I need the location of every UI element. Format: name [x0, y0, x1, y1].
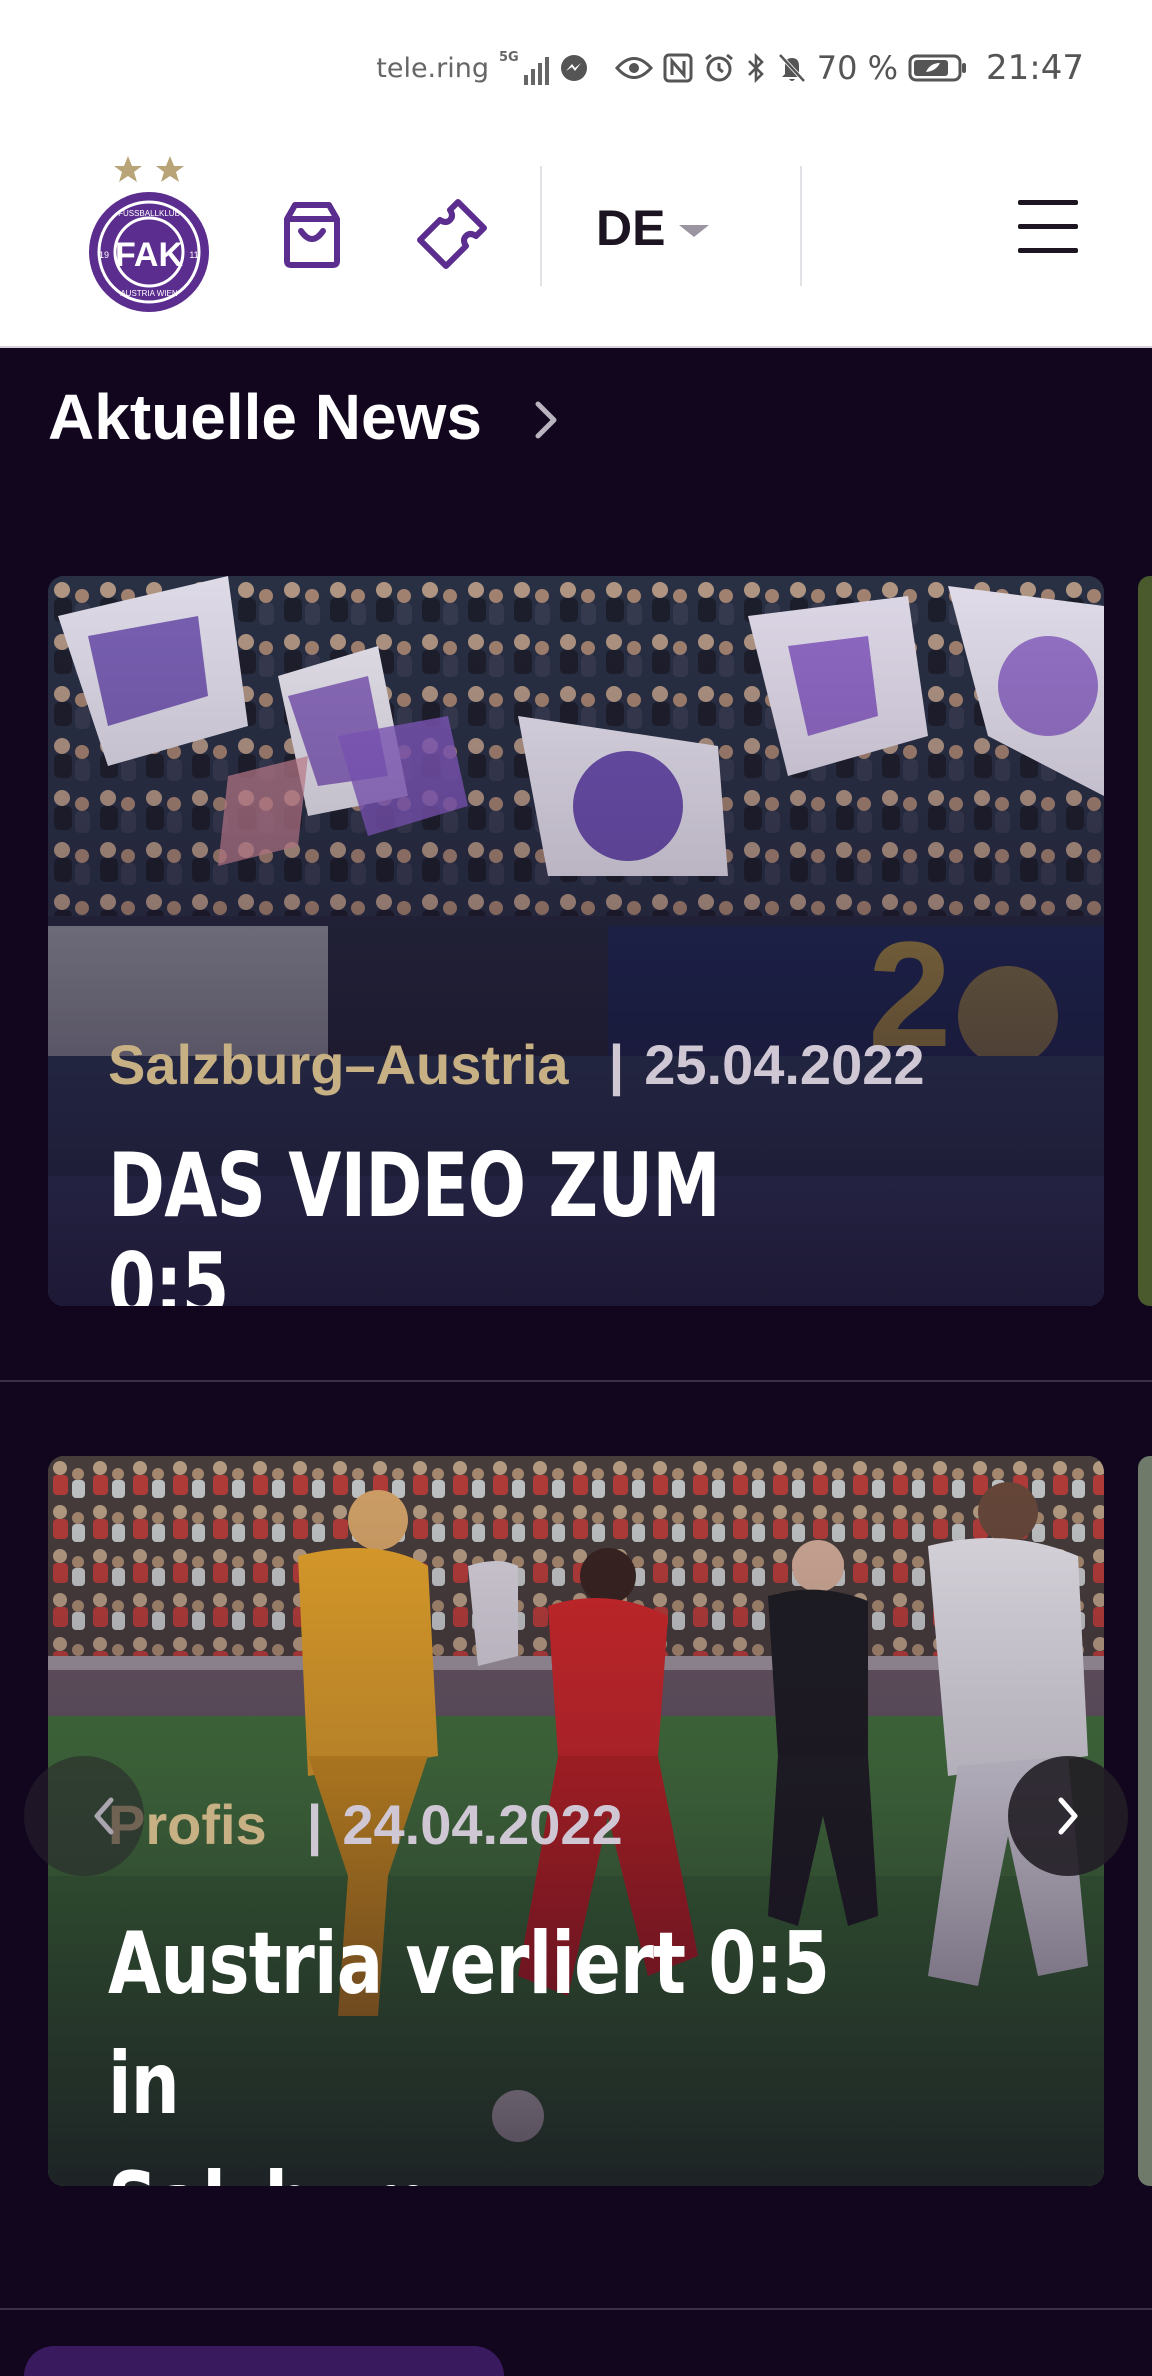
section-divider — [0, 2308, 1152, 2310]
news-card-meta: Profis | 24.04.2022 — [108, 1792, 623, 1857]
logo-monogram: FAK — [115, 236, 183, 274]
next-card-peek — [1138, 1456, 1152, 2186]
news-section-header[interactable]: Aktuelle News — [48, 380, 560, 454]
chevron-right-icon — [532, 398, 560, 442]
news-card[interactable]: Profis | 24.04.2022 Austria verliert 0:5… — [48, 1456, 1104, 2186]
carousel-next-button[interactable] — [1008, 1756, 1128, 1876]
chevron-left-icon — [91, 1796, 117, 1836]
header-divider — [540, 166, 542, 286]
carrier-name: tele.ring — [376, 52, 489, 84]
messenger-icon — [559, 53, 589, 83]
news-title-line: Austria verliert 0:5 in — [108, 1914, 830, 2134]
bottom-button[interactable] — [24, 2346, 504, 2376]
section-divider — [0, 1380, 1152, 1382]
bluetooth-icon — [745, 52, 767, 84]
language-selector[interactable]: DE — [596, 188, 711, 268]
meta-separator: | — [608, 1033, 625, 1096]
logo-year-right: 11 — [189, 250, 198, 260]
shop-bag-icon[interactable] — [272, 194, 352, 274]
news-date: 24.04.2022 — [342, 1793, 623, 1856]
status-icons: tele.ring 5G 70 % 21:47 — [376, 44, 1084, 92]
news-title: DAS VIDEO ZUM 0:5 — [108, 1134, 721, 1307]
language-label: DE — [596, 200, 666, 256]
meta-separator: | — [306, 1793, 323, 1856]
eye-icon — [614, 55, 653, 81]
mute-icon — [777, 52, 807, 84]
app-header: FAK 19 11 FUSSBALLKLUB AUSTRIA WIEN DE — [0, 136, 1152, 348]
news-title: Austria verliert 0:5 in Salzburg — [108, 1904, 857, 2186]
logo-year-left: 19 — [99, 250, 109, 260]
battery-percent: 70 % — [816, 49, 899, 87]
alarm-icon — [703, 52, 735, 84]
news-category: Salzburg–Austria — [108, 1033, 569, 1096]
logo-ring-bottom: AUSTRIA WIEN — [120, 289, 178, 298]
signal-icon: 5G — [499, 51, 549, 85]
clock: 21:47 — [986, 48, 1084, 88]
news-date: 25.04.2022 — [644, 1033, 925, 1096]
section-title: Aktuelle News — [48, 381, 482, 453]
nfc-icon — [663, 53, 693, 83]
carousel-prev-button[interactable] — [24, 1756, 144, 1876]
battery-icon — [908, 53, 968, 83]
ticket-icon[interactable] — [412, 194, 492, 274]
chevron-down-icon — [677, 221, 711, 241]
news-card-meta: Salzburg–Austria | 25.04.2022 — [108, 1032, 925, 1097]
logo-ring-top: FUSSBALLKLUB — [118, 209, 180, 218]
header-divider — [800, 166, 802, 286]
chevron-right-icon — [1055, 1796, 1081, 1836]
club-logo[interactable]: FAK 19 11 FUSSBALLKLUB AUSTRIA WIEN — [84, 146, 214, 316]
news-card[interactable]: 2 Salzburg–Austria | 25.04.2022 DAS VIDE… — [48, 576, 1104, 1306]
network-type: 5G — [499, 50, 519, 65]
next-card-peek — [1138, 576, 1152, 1306]
news-title-line: Salzburg — [108, 2144, 857, 2186]
status-bar: tele.ring 5G 70 % 21:47 — [0, 0, 1152, 136]
hamburger-menu-icon[interactable] — [1012, 196, 1086, 260]
